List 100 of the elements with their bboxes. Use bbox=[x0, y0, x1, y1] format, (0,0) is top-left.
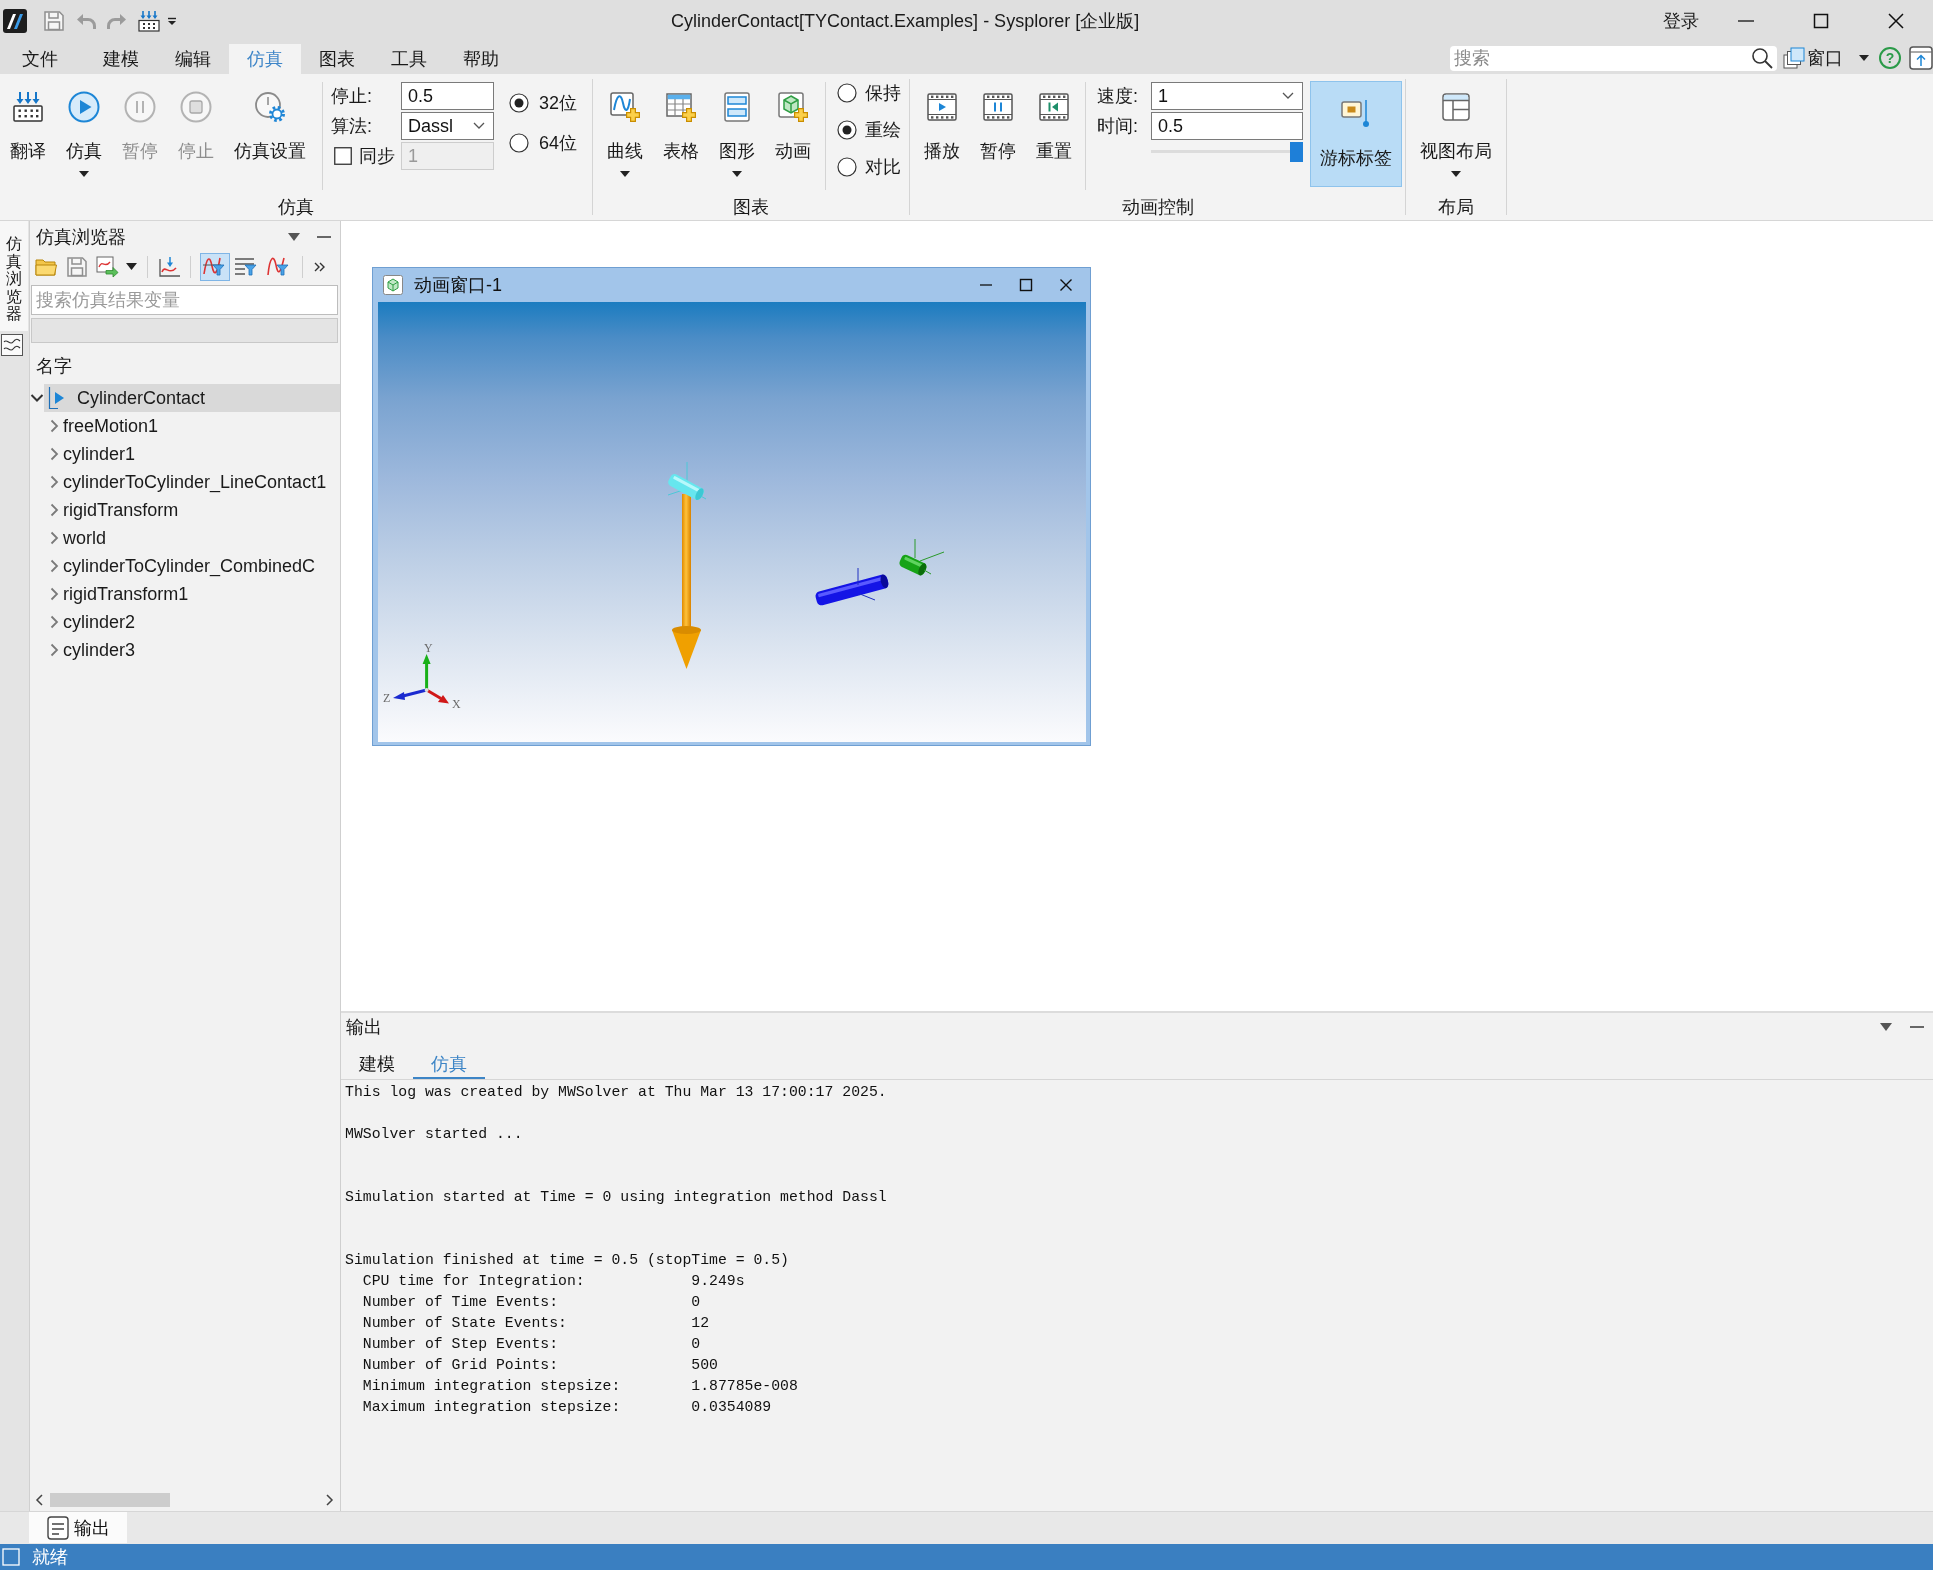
tree-item[interactable]: world bbox=[61, 524, 340, 552]
output-tab[interactable]: 仿真 bbox=[413, 1050, 485, 1079]
window-title: CylinderContact[TYContact.Examples] - Sysplorer [企业版] bbox=[671, 10, 1140, 33]
vertical-tab[interactable]: 仿真浏览器 bbox=[0, 221, 28, 331]
text-field[interactable] bbox=[31, 318, 338, 343]
log-line: Simulation finished at time = 0.5 (stopTime = 0.5) bbox=[345, 1251, 789, 1270]
menu-tab[interactable]: 文件 bbox=[4, 44, 76, 74]
menu-tab[interactable]: 仿真 bbox=[229, 44, 301, 74]
ribbon-button[interactable]: 表格 bbox=[653, 74, 709, 186]
tree-item[interactable]: cylinderToCylinder_CombinedC bbox=[61, 552, 340, 580]
output-tab[interactable]: 建模 bbox=[341, 1050, 413, 1079]
search-field[interactable]: 搜索 bbox=[1450, 45, 1777, 71]
close-icon bbox=[1887, 13, 1904, 29]
radio-option[interactable]: 重绘 bbox=[837, 111, 901, 148]
ribbon-button[interactable]: 重置 bbox=[1026, 74, 1082, 186]
group-label: 图表 bbox=[732, 196, 770, 219]
radio-option[interactable]: 对比 bbox=[837, 148, 901, 185]
film-rewind-icon bbox=[1038, 91, 1070, 123]
log-line: Number of Step Events: 0 bbox=[361, 1335, 701, 1354]
table-plus-icon bbox=[665, 91, 697, 123]
ribbon-button[interactable]: 仿真 bbox=[56, 74, 112, 186]
ribbon-button[interactable]: 播放 bbox=[914, 74, 970, 186]
coordinate-frame bbox=[857, 567, 876, 601]
chevron-down-icon bbox=[473, 122, 485, 130]
status-text: 就绪 bbox=[32, 1546, 68, 1569]
tree-item[interactable]: freeMotion1 bbox=[61, 412, 340, 440]
logo-icon bbox=[3, 9, 27, 33]
menu-tab[interactable]: 建模 bbox=[85, 44, 157, 74]
tree-item[interactable]: cylinder3 bbox=[61, 636, 340, 664]
minimize-icon bbox=[1737, 20, 1754, 22]
arrows-grid-icon bbox=[12, 91, 44, 123]
stop-icon bbox=[180, 91, 212, 123]
windows-icon bbox=[1783, 47, 1805, 69]
menu-tab[interactable]: 编辑 bbox=[157, 44, 229, 74]
search-field[interactable]: 搜索仿真结果变量 bbox=[31, 285, 338, 315]
tree-item[interactable]: cylinder1 bbox=[61, 440, 340, 468]
tree-item[interactable]: CylinderContact bbox=[44, 384, 340, 412]
log-line: Maximum integration stepsize: 0.0354089 bbox=[361, 1398, 772, 1417]
play-icon bbox=[68, 91, 100, 123]
field-label: 速度: bbox=[1097, 85, 1139, 108]
ribbon-button[interactable]: 游标标签 bbox=[1310, 81, 1402, 187]
label-cursor-icon bbox=[1340, 98, 1372, 130]
window-title: 动画窗口-1 bbox=[414, 274, 502, 297]
caret-icon[interactable] bbox=[288, 232, 300, 241]
time-field[interactable]: 0.5 bbox=[1151, 112, 1303, 140]
slider-thumb[interactable] bbox=[1290, 142, 1303, 162]
radio-option[interactable]: 32位 bbox=[509, 83, 578, 123]
field-label: 算法: bbox=[331, 115, 373, 138]
tree-item[interactable]: rigidTransform1 bbox=[61, 580, 340, 608]
ribbon-button[interactable]: 图形 bbox=[709, 74, 765, 186]
scrollbar-thumb[interactable] bbox=[50, 1493, 170, 1507]
axis-label: Z bbox=[383, 691, 391, 705]
tree-item[interactable]: rigidTransform bbox=[61, 496, 340, 524]
curve-filter-icon[interactable] bbox=[200, 252, 230, 281]
caret-icon[interactable] bbox=[167, 17, 177, 25]
column-header: 名字 bbox=[36, 355, 72, 378]
wave-icon[interactable] bbox=[1, 333, 23, 356]
radio-option[interactable]: 64位 bbox=[509, 123, 578, 163]
menu-tab[interactable]: 工具 bbox=[373, 44, 445, 74]
speed-dropdown[interactable]: 1 bbox=[1151, 82, 1303, 110]
layout-icon bbox=[1440, 91, 1472, 123]
radio-option[interactable]: 保持 bbox=[837, 74, 901, 111]
panel-title: 输出 bbox=[346, 1016, 382, 1039]
cube-plus-icon bbox=[777, 91, 809, 123]
dock-tab[interactable]: 输出 bbox=[29, 1512, 127, 1543]
panel-title: 仿真浏览器 bbox=[36, 225, 126, 249]
chevron-right-icon[interactable] bbox=[325, 1494, 334, 1506]
pause-icon bbox=[124, 91, 156, 123]
minimize-icon bbox=[979, 284, 993, 286]
chevron-down-icon bbox=[1282, 92, 1294, 100]
ribbon-button[interactable]: 暂停 bbox=[970, 74, 1026, 186]
clock-gear-icon bbox=[254, 91, 286, 123]
menu-tab[interactable]: 图表 bbox=[301, 44, 373, 74]
tree-item[interactable]: cylinderToCylinder_LineContact1 bbox=[61, 468, 340, 496]
save-icon[interactable] bbox=[43, 10, 65, 32]
caret-icon[interactable] bbox=[1880, 1023, 1892, 1031]
ribbon-button[interactable]: 仿真设置 bbox=[224, 74, 316, 186]
caret-icon bbox=[1859, 55, 1869, 61]
field-label: 时间: bbox=[1097, 115, 1139, 138]
chart-export-icon[interactable] bbox=[96, 255, 119, 278]
minimize-icon[interactable] bbox=[317, 235, 331, 238]
algorithm-dropdown[interactable]: Dassl bbox=[401, 112, 494, 140]
chevron-left-icon[interactable] bbox=[35, 1494, 44, 1506]
curve-plus-icon bbox=[609, 91, 641, 123]
ribbon-button[interactable]: 视图布局 bbox=[1408, 74, 1504, 186]
group-label: 仿真 bbox=[277, 196, 315, 219]
arrows-grid-icon[interactable] bbox=[138, 10, 160, 32]
login-link[interactable]: 登录 bbox=[1663, 9, 1699, 33]
window-menu-button[interactable]: 窗口 bbox=[1783, 46, 1869, 70]
stop-time-field[interactable]: 0.5 bbox=[401, 82, 494, 110]
save-icon[interactable] bbox=[66, 255, 88, 278]
menu-tab[interactable]: 帮助 bbox=[445, 44, 517, 74]
tree-item[interactable]: cylinder2 bbox=[61, 608, 340, 636]
ribbon-button[interactable]: 动画 bbox=[765, 74, 821, 186]
ribbon-button[interactable]: 翻译 bbox=[0, 74, 56, 186]
ribbon-button[interactable]: 曲线 bbox=[597, 74, 653, 186]
caret-icon[interactable] bbox=[126, 263, 137, 270]
cube-icon bbox=[383, 275, 403, 295]
axis-triad bbox=[393, 654, 449, 704]
chart-import-icon[interactable] bbox=[158, 255, 181, 278]
